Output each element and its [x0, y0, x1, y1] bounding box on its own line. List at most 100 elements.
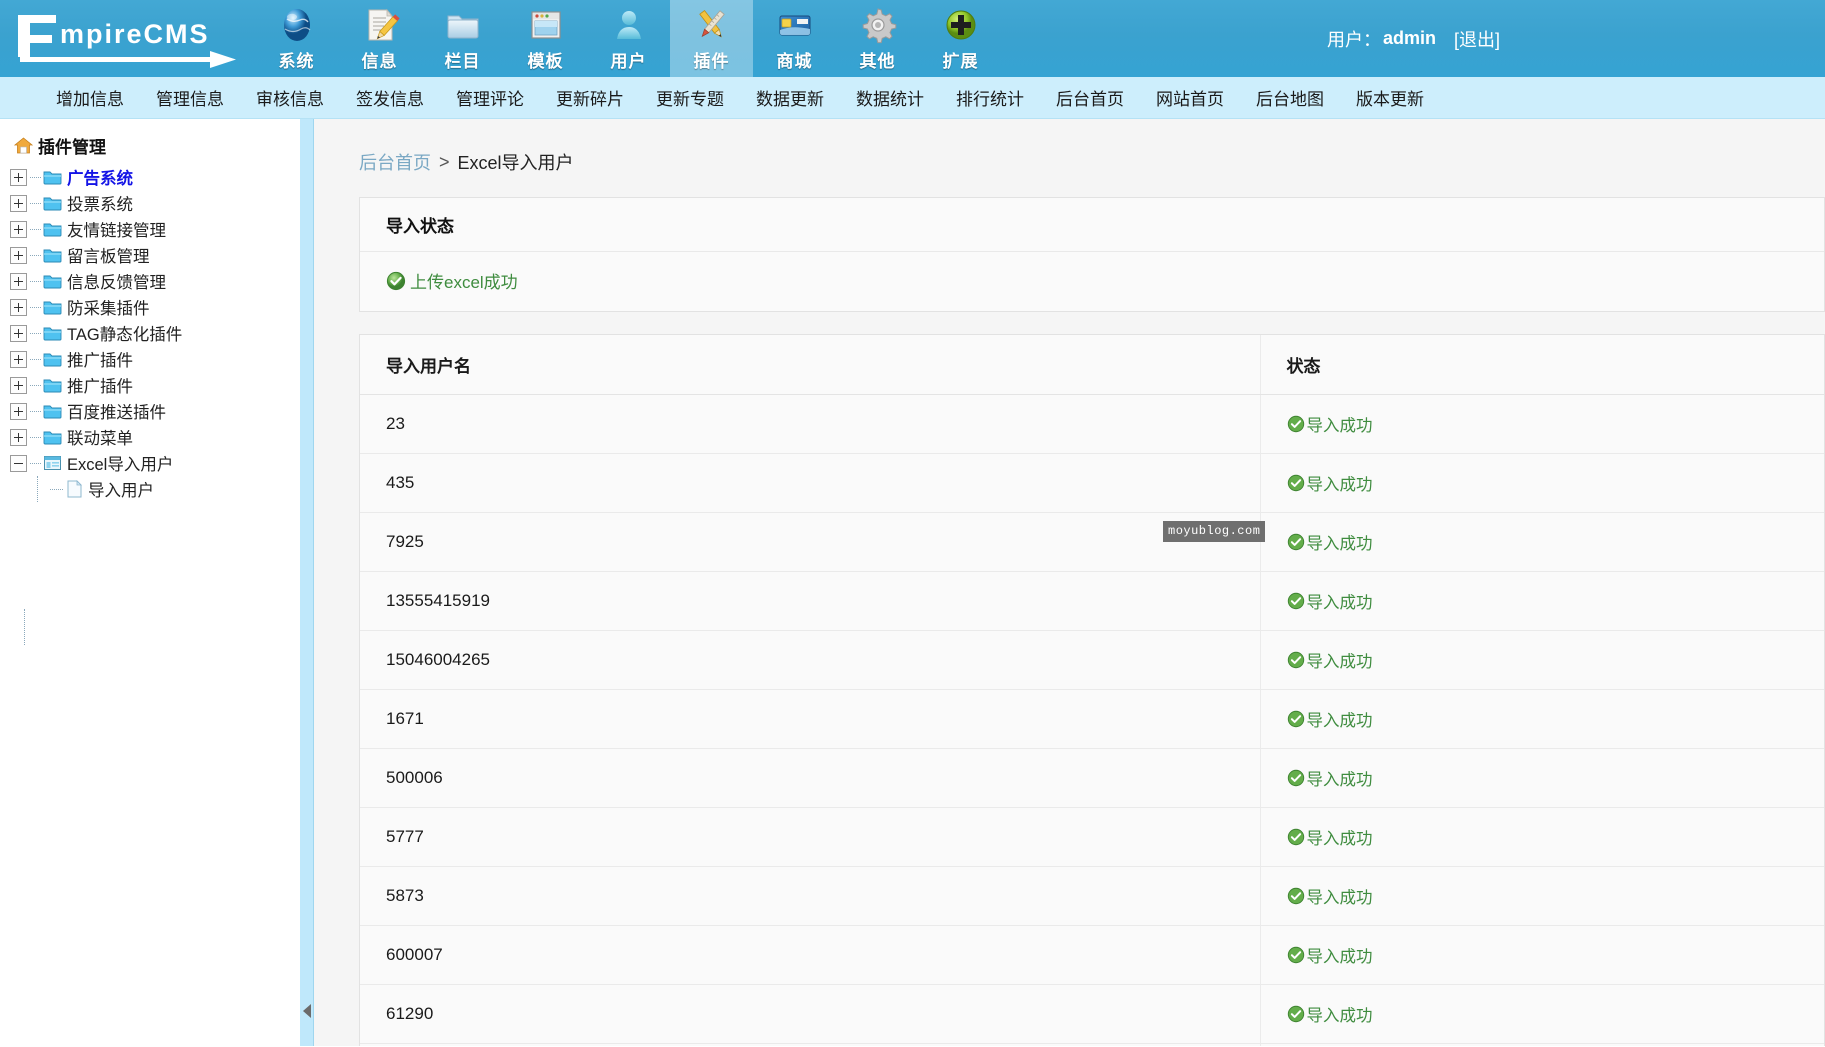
tree-connector [30, 229, 41, 230]
expander-plus-icon[interactable] [10, 299, 27, 316]
subnav-item-ranking-stats[interactable]: 排行统计 [940, 85, 1040, 110]
folder-icon [443, 4, 483, 46]
folder-icon [43, 325, 62, 341]
success-icon [1287, 769, 1305, 787]
tree-connector [50, 489, 63, 490]
success-icon [1287, 533, 1305, 551]
tree-connector [30, 411, 41, 412]
sidebar-title: 插件管理 [10, 133, 300, 158]
tree-connector [30, 333, 41, 334]
nav-item-label: 用户 [611, 47, 647, 72]
nav-item-plugins[interactable]: 插件 [670, 0, 753, 77]
sidebar-item-feedback[interactable]: 信息反馈管理 [10, 268, 300, 294]
empirecms-logo-icon: mpireCMS [10, 9, 250, 69]
sidebar-item-label: 联动菜单 [67, 425, 133, 449]
subnav-item-admin-home[interactable]: 后台首页 [1040, 85, 1140, 110]
tools-icon [692, 4, 732, 46]
sub-nav: 增加信息 管理信息 审核信息 签发信息 管理评论 更新碎片 更新专题 数据更新 … [0, 77, 1825, 119]
tree-connector [30, 203, 41, 204]
sidebar-item-excel-import-user[interactable]: Excel导入用户 [10, 450, 300, 476]
expander-plus-icon[interactable] [10, 377, 27, 394]
import-status-panel: 导入状态 上传excel成功 [359, 197, 1825, 312]
subnav-item-admin-map[interactable]: 后台地图 [1240, 85, 1340, 110]
sidebar-item-baidu-push[interactable]: 百度推送插件 [10, 398, 300, 424]
table-summary-row: 最终统计 总共导入：11 个用户! 其中 成功: 11 个, 失败: 0 个! [360, 1044, 1824, 1047]
breadcrumb: 后台首页 > Excel导入用户 [359, 149, 1825, 175]
expander-plus-icon[interactable] [10, 195, 27, 212]
sidebar-item-label: 广告系统 [67, 165, 133, 189]
gear-icon [858, 4, 898, 46]
import-status-title: 导入状态 [360, 198, 1824, 252]
logout-link[interactable]: [退出] [1454, 26, 1500, 52]
sidebar-subitem-import-user[interactable]: 导入用户 [10, 476, 300, 502]
cell-status-text: 导入成功 [1307, 530, 1373, 554]
sidebar-item-promotion-1[interactable]: 推广插件 [10, 346, 300, 372]
upload-status-message: 上传excel成功 [386, 268, 1798, 293]
nav-item-label: 系统 [279, 47, 315, 72]
sidebar-item-vote-system[interactable]: 投票系统 [10, 190, 300, 216]
expander-plus-icon[interactable] [10, 325, 27, 342]
sidebar-item-friend-links[interactable]: 友情链接管理 [10, 216, 300, 242]
nav-item-user[interactable]: 用户 [587, 0, 670, 77]
subnav-item-publish-info[interactable]: 签发信息 [340, 85, 440, 110]
success-icon [1287, 828, 1305, 846]
nav-item-column[interactable]: 栏目 [421, 0, 504, 77]
expander-plus-icon[interactable] [10, 221, 27, 238]
column-header-status: 状态 [1260, 335, 1824, 395]
folder-icon [43, 169, 62, 185]
sidebar-subitem-label: 导入用户 [88, 477, 154, 501]
sidebar-item-label: 信息反馈管理 [67, 269, 166, 293]
nav-item-mall[interactable]: 商城 [753, 0, 836, 77]
nav-item-information[interactable]: 信息 [338, 0, 421, 77]
subnav-item-update-topics[interactable]: 更新专题 [640, 85, 740, 110]
tree-connector [30, 359, 41, 360]
subnav-item-update-fragments[interactable]: 更新碎片 [540, 85, 640, 110]
nav-item-other[interactable]: 其他 [836, 0, 919, 77]
tree-connector [30, 307, 41, 308]
globe-icon [277, 4, 317, 46]
subnav-item-data-stats[interactable]: 数据统计 [840, 85, 940, 110]
sidebar-item-label: 友情链接管理 [67, 217, 166, 241]
cell-status-text: 导入成功 [1307, 884, 1373, 908]
sidebar-splitter[interactable] [300, 119, 314, 1046]
nav-item-label: 模板 [528, 47, 564, 72]
cell-summary-label: 最终统计 [360, 1044, 1260, 1047]
table-row: 15046004265 导入成功 [360, 631, 1824, 690]
expander-plus-icon[interactable] [10, 429, 27, 446]
nav-item-extensions[interactable]: 扩展 [919, 0, 1002, 77]
sidebar-item-anti-collection[interactable]: 防采集插件 [10, 294, 300, 320]
cell-status: 导入成功 [1260, 867, 1824, 926]
sidebar-title-label: 插件管理 [38, 133, 106, 158]
collapse-sidebar-icon[interactable] [303, 1004, 311, 1018]
expander-plus-icon[interactable] [10, 169, 27, 186]
subnav-item-manage-info[interactable]: 管理信息 [140, 85, 240, 110]
brand-logo[interactable]: mpireCMS [0, 0, 255, 77]
breadcrumb-home-link[interactable]: 后台首页 [359, 149, 431, 175]
success-icon [1287, 710, 1305, 728]
sidebar-item-linked-menu[interactable]: 联动菜单 [10, 424, 300, 450]
sidebar-item-label: 防采集插件 [67, 295, 150, 319]
subnav-item-data-update[interactable]: 数据更新 [740, 85, 840, 110]
cell-status-text: 导入成功 [1307, 648, 1373, 672]
cell-status: 导入成功 [1260, 985, 1824, 1044]
cell-status: 导入成功 [1260, 513, 1824, 572]
subnav-item-manage-comments[interactable]: 管理评论 [440, 85, 540, 110]
subnav-item-site-home[interactable]: 网站首页 [1140, 85, 1240, 110]
nav-item-template[interactable]: 模板 [504, 0, 587, 77]
expander-plus-icon[interactable] [10, 351, 27, 368]
subnav-item-version-update[interactable]: 版本更新 [1340, 85, 1440, 110]
expander-plus-icon[interactable] [10, 403, 27, 420]
sidebar-item-guestbook[interactable]: 留言板管理 [10, 242, 300, 268]
expander-minus-icon[interactable] [10, 455, 27, 472]
sidebar-item-promotion-2[interactable]: 推广插件 [10, 372, 300, 398]
subnav-item-audit-info[interactable]: 审核信息 [240, 85, 340, 110]
expander-plus-icon[interactable] [10, 247, 27, 264]
subnav-item-add-info[interactable]: 增加信息 [40, 85, 140, 110]
sidebar-item-ad-system[interactable]: 广告系统 [10, 164, 300, 190]
success-icon [1287, 887, 1305, 905]
expander-plus-icon[interactable] [10, 273, 27, 290]
sidebar-item-label: 推广插件 [67, 373, 133, 397]
sidebar-item-tag-static[interactable]: TAG静态化插件 [10, 320, 300, 346]
cell-status: 导入成功 [1260, 395, 1824, 454]
nav-item-system[interactable]: 系统 [255, 0, 338, 77]
